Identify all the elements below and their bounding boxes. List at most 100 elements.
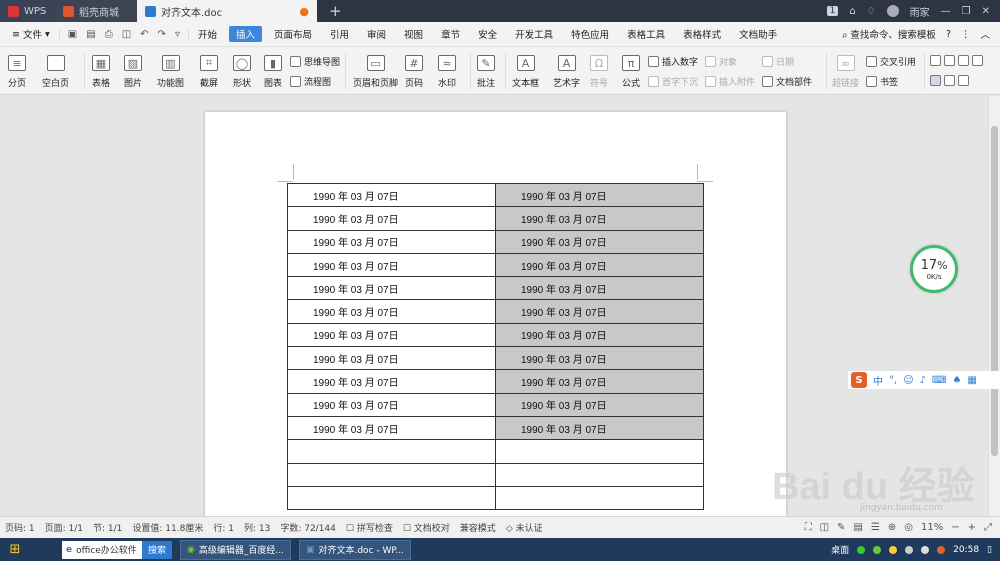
fullscreen-icon[interactable]: ⛶ xyxy=(805,522,812,533)
layout-a-icon[interactable] xyxy=(930,55,941,66)
save-icon[interactable]: ▣ xyxy=(68,29,77,40)
watermark-button[interactable]: ≈ 水印 xyxy=(438,55,456,89)
table-cell-left[interactable]: 1990 年 03 月 07日 xyxy=(287,252,496,278)
customize-icon[interactable]: ▿ xyxy=(175,29,180,40)
zoom-value[interactable]: 11% xyxy=(921,522,943,533)
menu-layout[interactable]: 页面布局 xyxy=(265,22,321,47)
collapse-ribbon-icon[interactable]: ︿ xyxy=(980,27,990,41)
skin-icon[interactable]: ♠ xyxy=(952,375,961,386)
cross-ref-button[interactable]: 交叉引用 xyxy=(866,55,916,68)
table-cell-left[interactable]: 1990 年 03 月 07日 xyxy=(287,322,496,348)
table-cell-right[interactable]: 1990 年 03 月 07日 xyxy=(495,415,704,441)
web-view-icon[interactable]: ⊕ xyxy=(888,522,896,533)
table-cell-right[interactable]: 1990 年 03 月 07日 xyxy=(495,369,704,394)
layout-b-icon[interactable] xyxy=(944,55,955,66)
keyboard-icon[interactable]: ⌨ xyxy=(932,375,946,386)
page-view-icon[interactable]: ▤ xyxy=(853,522,862,533)
tray-yellow-icon[interactable] xyxy=(889,545,898,554)
table-cell-left[interactable]: 1990 年 03 月 07日 xyxy=(287,299,496,324)
shape-button[interactable]: ◯ 形状 xyxy=(233,55,251,89)
function-chart-button[interactable]: ▥ 功能图 xyxy=(157,55,184,89)
table-cell-right[interactable]: 1990 年 03 月 07日 xyxy=(495,229,704,254)
menu-features[interactable]: 特色应用 xyxy=(562,22,618,47)
toolbox-icon[interactable]: ▦ xyxy=(967,375,976,386)
table-cell-left[interactable]: 1990 年 03 月 07日 xyxy=(287,182,496,208)
table-cell-right[interactable]: 1990 年 03 月 07日 xyxy=(495,299,704,324)
comment-button[interactable]: ✎ 批注 xyxy=(477,55,495,89)
menu-view[interactable]: 视图 xyxy=(395,22,432,47)
hyperlink-button[interactable]: ∞ 超链接 xyxy=(832,55,859,89)
table-cell-right[interactable]: 1990 年 03 月 07日 xyxy=(495,392,704,417)
expand-icon[interactable]: ⤢ xyxy=(984,522,992,533)
table-cell-left[interactable]: 1990 年 03 月 07日 xyxy=(287,415,496,441)
table-cell-left[interactable]: 1990 年 03 月 07日 xyxy=(287,206,496,231)
textbox-button[interactable]: A 文本框 xyxy=(512,55,539,89)
attachment-button[interactable]: 插入附件 xyxy=(705,75,755,88)
avatar[interactable] xyxy=(886,5,899,17)
zoom-out-icon[interactable]: − xyxy=(951,522,959,533)
menu-table-tools[interactable]: 表格工具 xyxy=(618,22,674,47)
layout-c-icon[interactable] xyxy=(958,55,969,66)
vertical-scrollbar[interactable] xyxy=(988,96,1000,516)
file-menu[interactable]: ≡ 文件 ▾ xyxy=(0,22,59,47)
punctuation-icon[interactable]: °, xyxy=(889,375,897,386)
layout-d-icon[interactable] xyxy=(972,55,983,66)
mic-icon[interactable]: ♪ xyxy=(920,375,926,386)
table-cell-right[interactable]: 1990 年 03 月 07日 xyxy=(495,322,704,348)
close-icon[interactable]: ✕ xyxy=(982,6,990,17)
ime-toolbar[interactable]: S 中 °, ☺ ♪ ⌨ ♠ ▦ xyxy=(848,371,1000,389)
object-button[interactable]: 对象 xyxy=(705,55,737,68)
menu-review[interactable]: 审阅 xyxy=(358,22,395,47)
menu-references[interactable]: 引用 xyxy=(321,22,358,47)
shirt-icon[interactable]: ♢ xyxy=(867,6,876,17)
table-cell-left[interactable] xyxy=(287,462,496,487)
table-cell-left[interactable]: 1990 年 03 月 07日 xyxy=(287,346,496,371)
table-cell-left[interactable] xyxy=(287,439,496,464)
more-icon[interactable]: ⋮ xyxy=(961,29,971,40)
table-cell-right[interactable]: 1990 年 03 月 07日 xyxy=(495,182,704,208)
table-cell-right[interactable] xyxy=(495,485,704,511)
start-button[interactable]: ⊞ xyxy=(0,538,30,561)
blank-page-button[interactable]: 空白页 xyxy=(42,55,69,89)
table-cell-right[interactable]: 1990 年 03 月 07日 xyxy=(495,252,704,278)
tray-volume-icon[interactable] xyxy=(921,545,930,554)
bookmark-button[interactable]: 书签 xyxy=(866,75,898,88)
table-cell-right[interactable]: 1990 年 03 月 07日 xyxy=(495,206,704,231)
layout-g-icon[interactable] xyxy=(958,75,969,86)
outline-view-icon[interactable]: ☰ xyxy=(871,522,880,533)
unsaved-dot-icon[interactable]: ● xyxy=(299,5,309,18)
table-cell-right[interactable] xyxy=(495,462,704,487)
network-speed-gauge[interactable]: 17% 0K/s xyxy=(910,245,958,293)
date-button[interactable]: 日期 xyxy=(762,55,794,68)
undo-icon[interactable]: ↶ xyxy=(140,29,148,40)
scrollbar-thumb[interactable] xyxy=(991,126,998,456)
open-icon[interactable]: ▤ xyxy=(86,29,95,40)
insert-number-button[interactable]: 插入数字 xyxy=(648,55,698,68)
table-cell-left[interactable]: 1990 年 03 月 07日 xyxy=(287,276,496,301)
table-cell-left[interactable]: 1990 年 03 月 07日 xyxy=(287,392,496,417)
tray-360-icon[interactable] xyxy=(873,545,882,554)
table-cell-right[interactable] xyxy=(495,439,704,464)
table-cell-right[interactable]: 1990 年 03 月 07日 xyxy=(495,276,704,301)
flowchart-button[interactable]: 流程图 xyxy=(290,75,331,88)
tray-sogou-icon[interactable] xyxy=(937,545,946,554)
taskbar-search-button[interactable]: 搜索 xyxy=(142,540,173,559)
emoji-icon[interactable]: ☺ xyxy=(903,375,913,386)
restore-icon[interactable]: ❐ xyxy=(962,6,971,17)
help-icon[interactable]: ? xyxy=(946,29,951,40)
page-number-button[interactable]: # 页码 xyxy=(405,55,423,89)
doc-parts-button[interactable]: 文档部件 xyxy=(762,75,812,88)
page-break-button[interactable]: ≡ 分页 xyxy=(8,55,26,89)
layout-e-icon[interactable] xyxy=(930,75,941,86)
tray-green-icon[interactable] xyxy=(857,545,866,554)
notifications-icon[interactable]: ▯ xyxy=(987,545,992,555)
wordart-button[interactable]: A 艺术字 xyxy=(553,55,580,89)
screenshot-button[interactable]: ⌗ 截屏 xyxy=(200,55,218,89)
layout-f-icon[interactable] xyxy=(944,75,955,86)
command-search[interactable]: ⌕ 查找命令、搜索模板 xyxy=(842,27,936,41)
picture-button[interactable]: ▨ 图片 xyxy=(124,55,142,89)
new-tab-button[interactable]: + xyxy=(329,2,342,20)
menu-table-style[interactable]: 表格样式 xyxy=(674,22,730,47)
status-words[interactable]: 字数: 72/144 xyxy=(275,521,341,534)
table-cell-left[interactable]: 1990 年 03 月 07日 xyxy=(287,369,496,394)
